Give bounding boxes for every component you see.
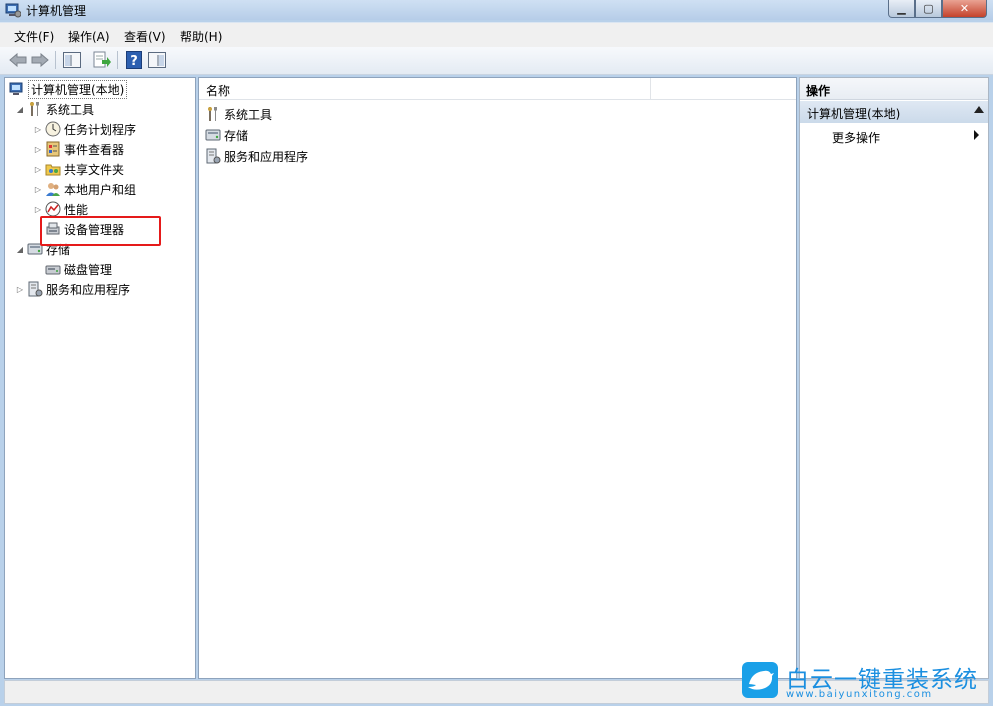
back-arrow-icon <box>9 53 27 67</box>
tree-label: 服务和应用程序 <box>46 282 131 297</box>
tree-label: 共享文件夹 <box>64 162 125 177</box>
close-icon: ✕ <box>959 2 970 15</box>
menu-view[interactable]: 查看(V) <box>124 28 166 45</box>
menu-file[interactable]: 文件(F) <box>14 28 54 45</box>
results-pane: 名称 系统工具 存储 服务和应用程序 <box>198 77 797 679</box>
menu-action[interactable]: 操作(A) <box>68 28 110 45</box>
tree-item-event-viewer[interactable]: ▷ 事件查看器 <box>33 140 124 158</box>
actions-section-label: 计算机管理(本地) <box>807 107 901 121</box>
action-pane-icon <box>148 52 166 68</box>
tree-item-local-users-groups[interactable]: ▷ 本地用户和组 <box>33 180 136 198</box>
tree-item-system-tools[interactable]: ◢ 系统工具 <box>15 100 94 118</box>
computer-management-window: 计算机管理 ▁ ▢ ✕ 文件(F) 操作(A) 查看(V) 帮助(H) ? 计算… <box>0 0 993 706</box>
forward-arrow-icon <box>31 53 49 67</box>
tree-label: 计算机管理(本地) <box>28 79 128 99</box>
actions-title: 操作 <box>806 84 831 98</box>
clock-icon <box>45 121 61 137</box>
tree-label: 系统工具 <box>46 102 95 117</box>
minimize-button[interactable]: ▁ <box>888 0 915 18</box>
tree-item-services-apps[interactable]: ▷ 服务和应用程序 <box>15 280 130 298</box>
console-tree: 计算机管理(本地) ◢ 系统工具 ▷ 任务计划程序 ▷ 事件查看器 ▷ 共享文件… <box>4 77 196 679</box>
export-list-button[interactable] <box>92 50 112 70</box>
export-list-icon <box>93 51 111 68</box>
computer-management-icon <box>9 82 23 95</box>
list-item-services-apps[interactable]: 服务和应用程序 <box>205 146 308 166</box>
more-actions-item[interactable]: 更多操作 <box>832 129 880 146</box>
watermark-logo: 白云一键重装系统 www.baiyunxitong.com <box>738 658 993 706</box>
expand-arrow-icon[interactable]: ▷ <box>33 205 43 214</box>
help-icon: ? <box>126 51 142 69</box>
tools-icon <box>30 102 39 116</box>
column-header-name[interactable]: 名称 <box>206 82 230 99</box>
submenu-arrow-icon[interactable] <box>974 130 979 140</box>
users-icon <box>46 183 60 196</box>
collapse-triangle-icon[interactable] <box>974 106 984 113</box>
list-item-label: 存储 <box>224 128 249 143</box>
maximize-icon: ▢ <box>923 2 934 15</box>
actions-section-computer-management[interactable]: 计算机管理(本地) <box>800 101 988 123</box>
tools-icon <box>208 107 217 121</box>
watermark-url: www.baiyunxitong.com <box>786 689 933 700</box>
tree-label: 本地用户和组 <box>64 182 137 197</box>
tree-label: 任务计划程序 <box>64 122 137 137</box>
toolbar: ? <box>0 47 993 75</box>
bird-logo-icon <box>742 662 778 698</box>
tree-item-shared-folders[interactable]: ▷ 共享文件夹 <box>33 160 124 178</box>
column-divider[interactable] <box>650 78 651 99</box>
highlight-box <box>40 216 161 246</box>
tree-item-disk-management[interactable]: 磁盘管理 <box>43 260 112 278</box>
menu-bar: 文件(F) 操作(A) 查看(V) 帮助(H) <box>0 22 993 48</box>
collapse-arrow-icon[interactable]: ◢ <box>15 245 25 254</box>
storage-icon <box>205 129 221 141</box>
actions-pane: 操作 计算机管理(本地) 更多操作 <box>799 77 989 679</box>
column-header-row: 名称 <box>199 78 796 100</box>
show-hide-console-tree-button[interactable] <box>62 50 82 70</box>
list-item-storage[interactable]: 存储 <box>205 125 248 145</box>
event-viewer-icon <box>46 141 60 157</box>
tree-item-computer-management[interactable]: 计算机管理(本地) <box>9 79 128 99</box>
title-bar[interactable]: 计算机管理 ▁ ▢ ✕ <box>0 0 993 20</box>
menu-help[interactable]: 帮助(H) <box>180 28 222 45</box>
services-icon <box>206 148 221 164</box>
computer-management-icon <box>5 3 21 18</box>
help-button[interactable]: ? <box>124 50 144 70</box>
shared-folder-icon <box>45 164 61 176</box>
toolbar-separator <box>117 51 118 69</box>
list-item-system-tools[interactable]: 系统工具 <box>205 104 272 124</box>
expand-arrow-icon[interactable]: ▷ <box>15 285 25 294</box>
expand-arrow-icon[interactable]: ▷ <box>33 185 43 194</box>
list-item-label: 服务和应用程序 <box>224 149 309 164</box>
expand-arrow-icon[interactable]: ▷ <box>33 145 43 154</box>
show-hide-action-pane-button[interactable] <box>147 50 167 70</box>
disk-icon <box>45 265 61 275</box>
services-icon <box>28 281 43 297</box>
performance-icon <box>45 201 61 217</box>
expand-arrow-icon[interactable]: ▷ <box>33 165 43 174</box>
expand-arrow-icon[interactable]: ▷ <box>33 125 43 134</box>
tree-item-task-scheduler[interactable]: ▷ 任务计划程序 <box>33 120 136 138</box>
minimize-icon: ▁ <box>897 2 906 15</box>
tree-label: 磁盘管理 <box>64 262 113 277</box>
list-item-label: 系统工具 <box>224 107 273 122</box>
console-tree-icon <box>63 52 81 68</box>
tree-label: 性能 <box>64 202 89 217</box>
collapse-arrow-icon[interactable]: ◢ <box>15 105 25 114</box>
back-button[interactable] <box>8 50 28 70</box>
svg-text:?: ? <box>130 54 138 69</box>
tree-label: 事件查看器 <box>64 142 125 157</box>
actions-header: 操作 <box>800 78 988 100</box>
toolbar-separator <box>55 51 56 69</box>
maximize-button[interactable]: ▢ <box>915 0 942 18</box>
close-button[interactable]: ✕ <box>942 0 987 18</box>
window-title: 计算机管理 <box>26 4 87 18</box>
forward-button[interactable] <box>30 50 50 70</box>
